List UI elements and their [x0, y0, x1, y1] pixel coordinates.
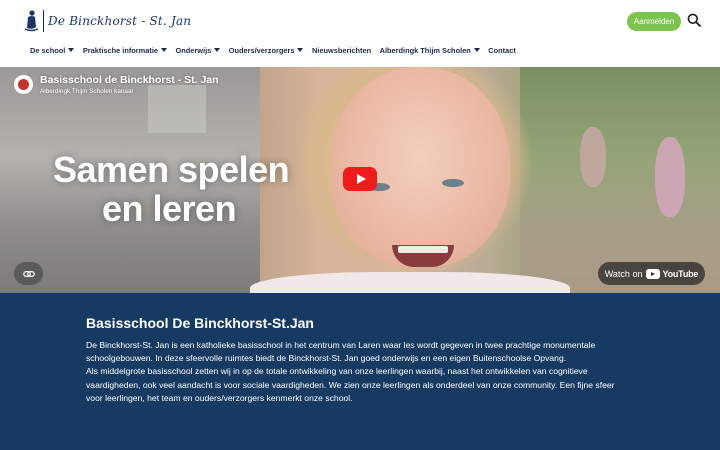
watch-on-label: Watch on [604, 268, 643, 279]
logo-divider [43, 10, 44, 32]
video-background [398, 246, 448, 253]
video-background [442, 179, 464, 187]
link-icon [22, 270, 35, 277]
copy-link-button[interactable] [14, 262, 43, 285]
site-logo[interactable]: De Binckhorst - St. Jan [22, 9, 191, 33]
channel-logo-icon [18, 79, 29, 90]
school-intro-section: Basisschool De Binckhorst-St.Jan De Binc… [0, 293, 720, 450]
watch-on-youtube-button[interactable]: Watch on YouTube [598, 262, 705, 285]
youtube-logo: YouTube [646, 268, 699, 279]
section-title: Basisschool De Binckhorst-St.Jan [86, 315, 314, 331]
nav-item-de-school[interactable]: De school [30, 46, 75, 55]
nav-item-ouders-verzorgers[interactable]: Ouders/verzorgers [229, 46, 304, 55]
chevron-down-icon [68, 48, 75, 52]
logo-text: De Binckhorst - St. Jan [48, 14, 192, 28]
chevron-down-icon [214, 48, 221, 52]
youtube-icon [646, 268, 661, 279]
video-background [148, 85, 206, 133]
chevron-down-icon [161, 48, 167, 52]
intro-paragraph: De Binckhorst-St. Jan is een katholieke … [86, 340, 596, 364]
video-background [580, 127, 606, 187]
nav-item-onderwijs[interactable]: Onderwijs [176, 46, 221, 55]
video-embed[interactable]: Basisschool de Binckhorst - St. Jan Albe… [0, 67, 720, 293]
play-icon [356, 174, 366, 184]
logo-figure-icon [24, 10, 39, 32]
chevron-down-icon [473, 48, 480, 52]
video-background [520, 67, 720, 293]
channel-name: Alberdingk Thijm Scholen kanaal [40, 88, 133, 95]
nav-item-nieuwsberichten[interactable]: Nieuwsberichten [312, 46, 371, 55]
intro-paragraph: Als middelgrote basisschool zetten wij i… [86, 366, 615, 403]
channel-avatar[interactable] [14, 75, 33, 94]
play-button[interactable] [343, 167, 377, 191]
login-button[interactable]: Aanmelden [627, 12, 681, 31]
main-navigation: De school Praktische informatie Onderwij… [30, 44, 524, 56]
video-overlay-text: en leren [102, 188, 237, 229]
video-background [250, 272, 570, 293]
chevron-down-icon [297, 48, 304, 52]
search-icon[interactable] [687, 13, 701, 27]
site-header: De Binckhorst - St. Jan Aanmelden [0, 0, 720, 40]
youtube-brand-label: YouTube [662, 268, 699, 279]
video-title[interactable]: Basisschool de Binckhorst - St. Jan [40, 74, 219, 86]
nav-item-alberdingk-thijm-scholen[interactable]: Alberdingk Thijm Scholen [380, 46, 480, 55]
video-overlay-text: Samen spelen [53, 149, 290, 190]
nav-item-contact[interactable]: Contact [488, 46, 516, 55]
section-body: De Binckhorst-St. Jan is een katholieke … [86, 339, 626, 405]
nav-item-praktische-informatie[interactable]: Praktische informatie [83, 46, 167, 55]
video-background [655, 137, 685, 217]
